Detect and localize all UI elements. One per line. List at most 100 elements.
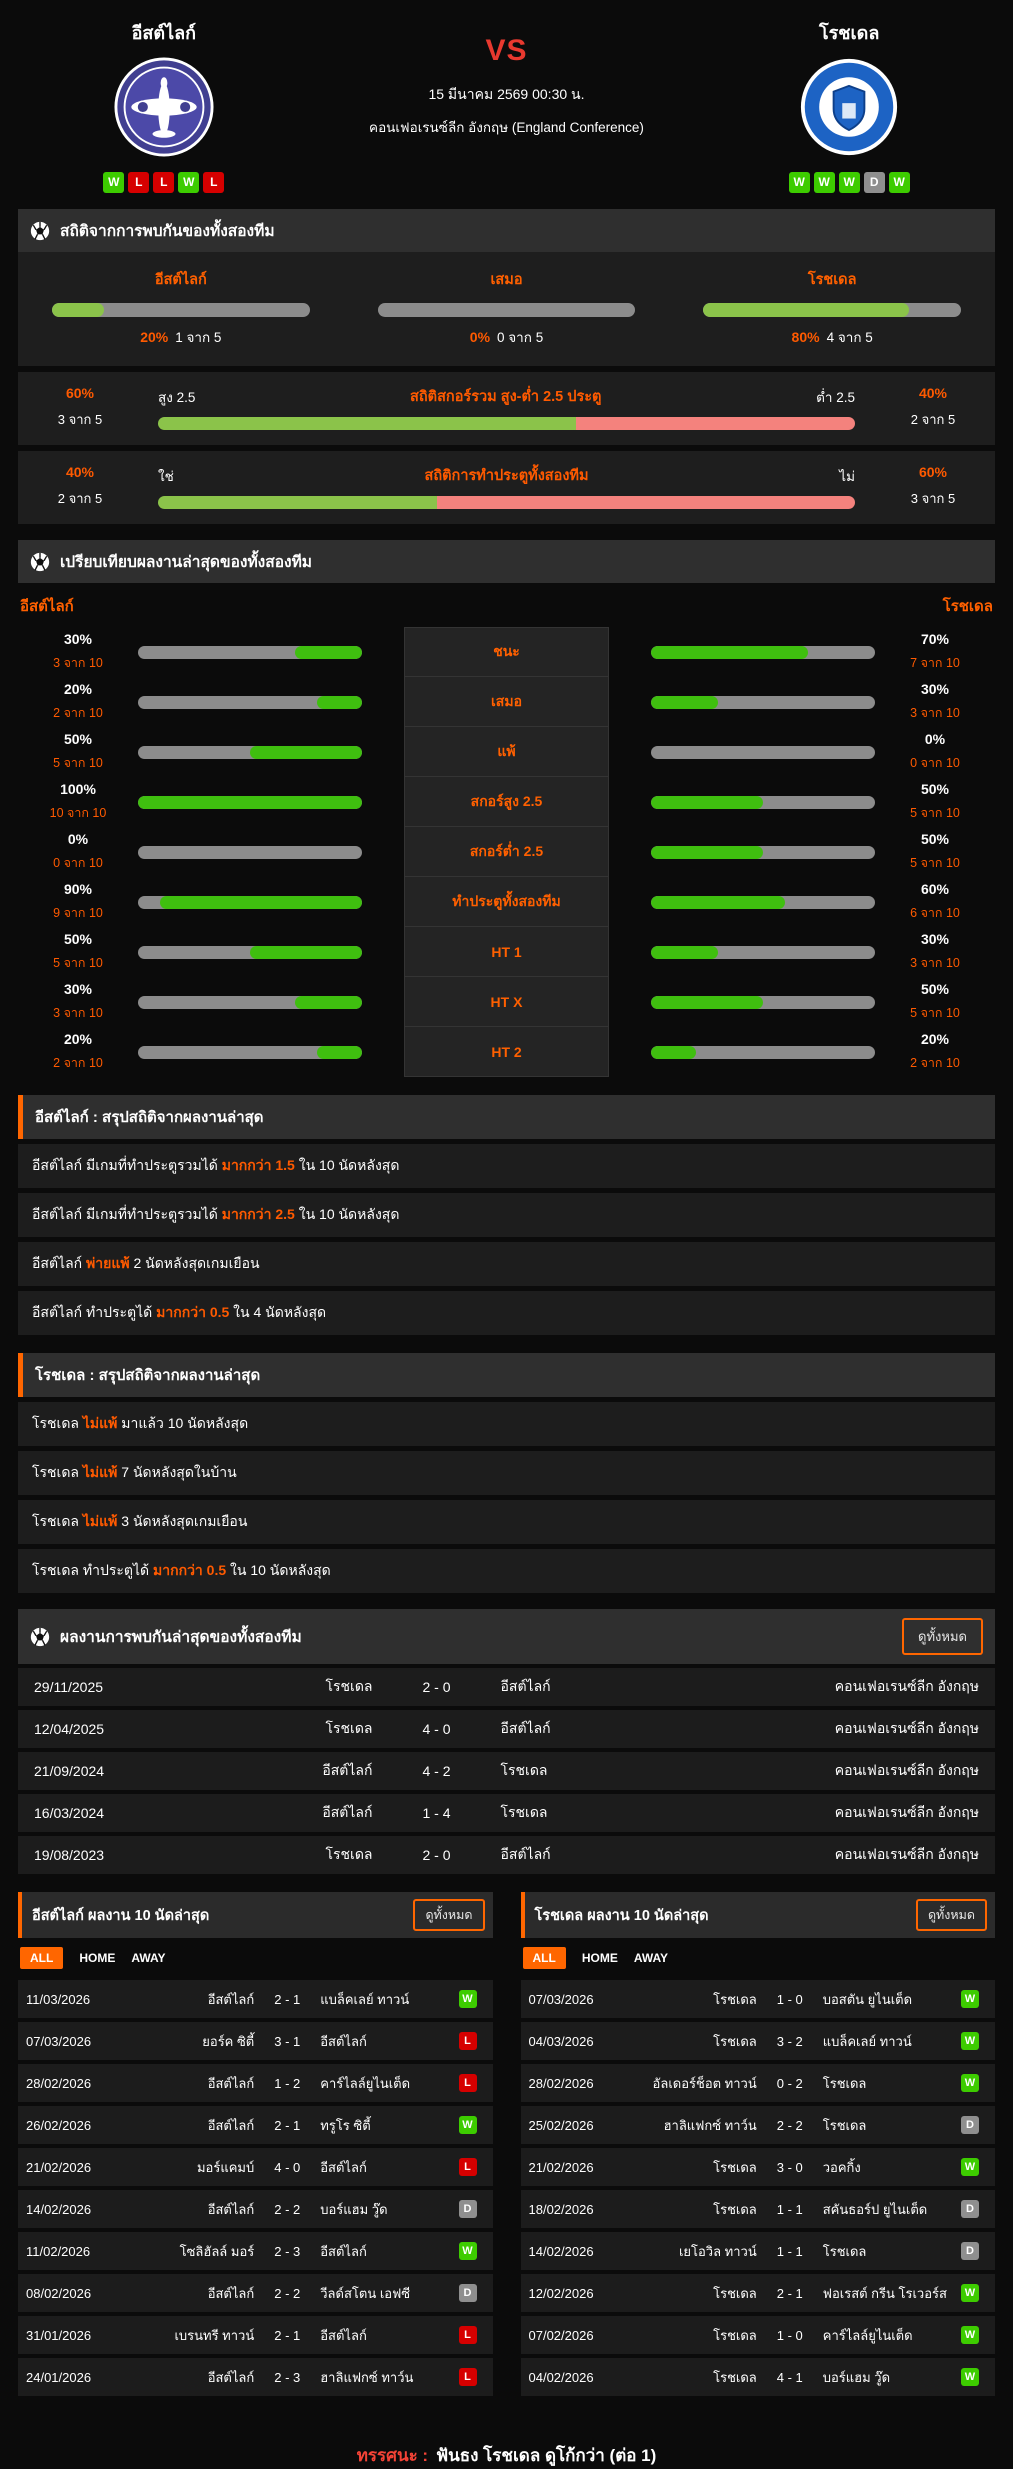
recent-match-row[interactable]: 14/02/2026 เยโอวิล ทาวน์ 1 - 1 โรชเดล D <box>521 2232 996 2270</box>
away-stat-numbers: 0% 0 จาก 10 <box>875 731 995 773</box>
tab-away[interactable]: AWAY <box>634 1951 668 1965</box>
h2h-stat-column: โรชเดล 80%4 จาก 5 <box>669 268 995 348</box>
section-comparison-header: เปรียบเทียบผลงานล่าสุดของทั้งสองทีม <box>18 540 995 583</box>
recent-match-row[interactable]: 14/02/2026 อีสต์ไลก์ 2 - 2 บอร์แฮม วู๊ด … <box>18 2190 493 2228</box>
recent-match-row[interactable]: 07/03/2026 ยอร์ค ซิตี้ 3 - 1 อีสต์ไลก์ L <box>18 2022 493 2060</box>
away-stat-fill <box>651 946 718 959</box>
home-percent: 30% <box>18 981 138 997</box>
away-stat-numbers: 50% 5 จาก 10 <box>875 981 995 1023</box>
away-percent: 50% <box>875 831 995 847</box>
away-stat-bar <box>651 946 875 959</box>
away-count: 2 จาก 10 <box>875 1053 995 1073</box>
recent-match-row[interactable]: 26/02/2026 อีสต์ไลก์ 2 - 1 ทรูโร ซิตี้ W <box>18 2106 493 2144</box>
recent-match-row[interactable]: 12/02/2026 โรชเดล 2 - 1 ฟอเรสต์ กรีน โรเ… <box>521 2274 996 2312</box>
right-count: 2 จาก 5 <box>883 409 983 430</box>
home-count: 2 จาก 10 <box>18 703 138 723</box>
match-league: คอนเฟอเรนซ์ลีก อังกฤษ (England Conferenc… <box>310 116 704 138</box>
note-post: ใน 10 นัดหลังสุด <box>295 1206 400 1222</box>
view-all-button[interactable]: ดูทั้งหมด <box>902 1618 983 1655</box>
tab-home[interactable]: HOME <box>79 1951 115 1965</box>
away-team: โรชเดล <box>477 1760 680 1782</box>
result-badge: L <box>459 2158 477 2176</box>
comparison-row: 100% 10 จาก 10 สกอร์สูง 2.5 50% 5 จาก 10 <box>18 777 995 827</box>
h2h-result-row[interactable]: 12/04/2025 โรชเดล 4 - 0 อีสต์ไลก์ คอนเฟอ… <box>18 1710 995 1748</box>
comparison-row: 30% 3 จาก 10 ชนะ 70% 7 จาก 10 <box>18 627 995 677</box>
right-count: 3 จาก 5 <box>883 488 983 509</box>
h2h-result-row[interactable]: 29/11/2025 โรชเดล 2 - 0 อีสต์ไลก์ คอนเฟอ… <box>18 1668 995 1706</box>
left-count: 2 จาก 5 <box>30 488 130 509</box>
home-stat-bar <box>138 846 362 859</box>
recent-match-row[interactable]: 11/02/2026 โซลิฮัลล์ มอร์ 2 - 3 อีสต์ไลก… <box>18 2232 493 2270</box>
form-badge: W <box>178 172 199 193</box>
recent-match-row[interactable]: 21/02/2026 โรชเดล 3 - 0 วอคกิ้ง W <box>521 2148 996 2186</box>
left-option-label: สูง 2.5 <box>158 386 195 408</box>
form-badge: W <box>839 172 860 193</box>
form-badge: W <box>889 172 910 193</box>
home-stat-bar <box>138 696 362 709</box>
match-date: 21/02/2026 <box>26 2160 116 2175</box>
away-team: อีสต์ไลก์ <box>310 2157 458 2178</box>
stat-count: 0 จาก 5 <box>497 330 543 345</box>
recent-match-row[interactable]: 25/02/2026 ฮาลิแฟกซ์ ทาว์น 2 - 2 โรชเดล … <box>521 2106 996 2144</box>
tab-all[interactable]: ALL <box>523 1947 566 1969</box>
note-post: 2 นัดหลังสุดเกมเยือน <box>130 1255 260 1271</box>
away-stat-fill <box>651 646 808 659</box>
home-stat-numbers: 0% 0 จาก 10 <box>18 831 138 873</box>
comparison-row-label: HT X <box>404 977 609 1027</box>
away-recent-header: โรชเดล ผลงาน 10 นัดล่าสุด ดูทั้งหมด <box>521 1892 996 1938</box>
recent-match-row[interactable]: 21/02/2026 มอร์แคมบ์ 4 - 0 อีสต์ไลก์ L <box>18 2148 493 2186</box>
recent-match-row[interactable]: 07/03/2026 โรชเดล 1 - 0 บอสตัน ยูไนเต็ด … <box>521 1980 996 2018</box>
recent-match-row[interactable]: 28/02/2026 อีสต์ไลก์ 1 - 2 คาร์ไลล์ยูไนเ… <box>18 2064 493 2102</box>
view-all-button[interactable]: ดูทั้งหมด <box>413 1899 484 1931</box>
match-league: คอนเฟอเรนซ์ลีก อังกฤษ <box>679 1802 979 1824</box>
recent-match-row[interactable]: 18/02/2026 โรชเดล 1 - 1 สคันธอร์ป ยูไนเต… <box>521 2190 996 2228</box>
stat-numbers: 0%0 จาก 5 <box>378 326 636 348</box>
home-team: โซลิฮัลล์ มอร์ <box>116 2241 264 2262</box>
summary-note: อีสต์ไลก์ มีเกมที่ทำประตูรวมได้ มากกว่า … <box>18 1144 995 1188</box>
away-count: 5 จาก 10 <box>875 1003 995 1023</box>
tab-all[interactable]: ALL <box>20 1947 63 1969</box>
stat-numbers: 20%1 จาก 5 <box>52 326 310 348</box>
match-date: 14/02/2026 <box>529 2244 619 2259</box>
recent-match-row[interactable]: 08/02/2026 อีสต์ไลก์ 2 - 2 วีลด์สโตน เอฟ… <box>18 2274 493 2312</box>
h2h-result-row[interactable]: 21/09/2024 อีสต์ไลก์ 4 - 2 โรชเดล คอนเฟอ… <box>18 1752 995 1790</box>
match-date: 26/02/2026 <box>26 2118 116 2133</box>
stat-label: เสมอ <box>378 268 636 291</box>
comparison-row-label: แพ้ <box>404 727 609 777</box>
tab-home[interactable]: HOME <box>582 1951 618 1965</box>
recent-match-row[interactable]: 28/02/2026 อัลเดอร์ช็อต ทาวน์ 0 - 2 โรชเ… <box>521 2064 996 2102</box>
home-stat-fill <box>317 1046 362 1059</box>
home-team: โรชเดล <box>619 1989 767 2010</box>
home-stat-numbers: 50% 5 จาก 10 <box>18 731 138 773</box>
away-summary-header: โรชเดล : สรุปสถิติจากผลงานล่าสุด <box>18 1353 995 1397</box>
recent-match-row[interactable]: 04/03/2026 โรชเดล 3 - 2 แบล็คเลย์ ทาวน์ … <box>521 2022 996 2060</box>
home-team: เบรนทรี ทาวน์ <box>116 2325 264 2346</box>
home-team: อีสต์ไลก์ <box>194 1802 397 1824</box>
home-stat-fill <box>295 996 362 1009</box>
note-pre: โรชเดล <box>32 1415 83 1431</box>
match-date: 28/02/2026 <box>26 2076 116 2091</box>
away-team: อีสต์ไลก์ <box>477 1844 680 1866</box>
match-date: 12/04/2025 <box>34 1721 194 1737</box>
progress-bar <box>52 303 310 317</box>
tab-away[interactable]: AWAY <box>131 1951 165 1965</box>
match-date: 07/02/2026 <box>529 2328 619 2343</box>
section-h2h-results-header: ผลงานการพบกันล่าสุดของทั้งสองทีม ดูทั้งห… <box>18 1609 995 1664</box>
away-percent: 50% <box>875 981 995 997</box>
view-all-button[interactable]: ดูทั้งหมด <box>916 1899 987 1931</box>
comparison-team-names: อีสต์ไลก์ โรชเดล <box>18 583 995 627</box>
recent-match-row[interactable]: 04/02/2026 โรชเดล 4 - 1 บอร์แฮม วู๊ด W <box>521 2358 996 2396</box>
soccer-ball-icon <box>30 552 50 572</box>
h2h-result-row[interactable]: 19/08/2023 โรชเดล 2 - 0 อีสต์ไลก์ คอนเฟอ… <box>18 1836 995 1874</box>
section-title: ผลงานการพบกันล่าสุดของทั้งสองทีม <box>60 1624 892 1649</box>
stat-count: 1 จาก 5 <box>175 330 221 345</box>
match-league: คอนเฟอเรนซ์ลีก อังกฤษ <box>679 1718 979 1740</box>
recent-match-row[interactable]: 24/01/2026 อีสต์ไลก์ 2 - 3 ฮาลิแฟกซ์ ทาว… <box>18 2358 493 2396</box>
home-stat-fill <box>295 646 362 659</box>
recent-match-row[interactable]: 11/03/2026 อีสต์ไลก์ 2 - 1 แบล็คเลย์ ทาว… <box>18 1980 493 2018</box>
home-percent: 20% <box>18 681 138 697</box>
home-stat-numbers: 90% 9 จาก 10 <box>18 881 138 923</box>
recent-match-row[interactable]: 07/02/2026 โรชเดล 1 - 0 คาร์ไลล์ยูไนเต็ด… <box>521 2316 996 2354</box>
recent-match-row[interactable]: 31/01/2026 เบรนทรี ทาวน์ 2 - 1 อีสต์ไลก์… <box>18 2316 493 2354</box>
h2h-result-row[interactable]: 16/03/2024 อีสต์ไลก์ 1 - 4 โรชเดล คอนเฟอ… <box>18 1794 995 1832</box>
